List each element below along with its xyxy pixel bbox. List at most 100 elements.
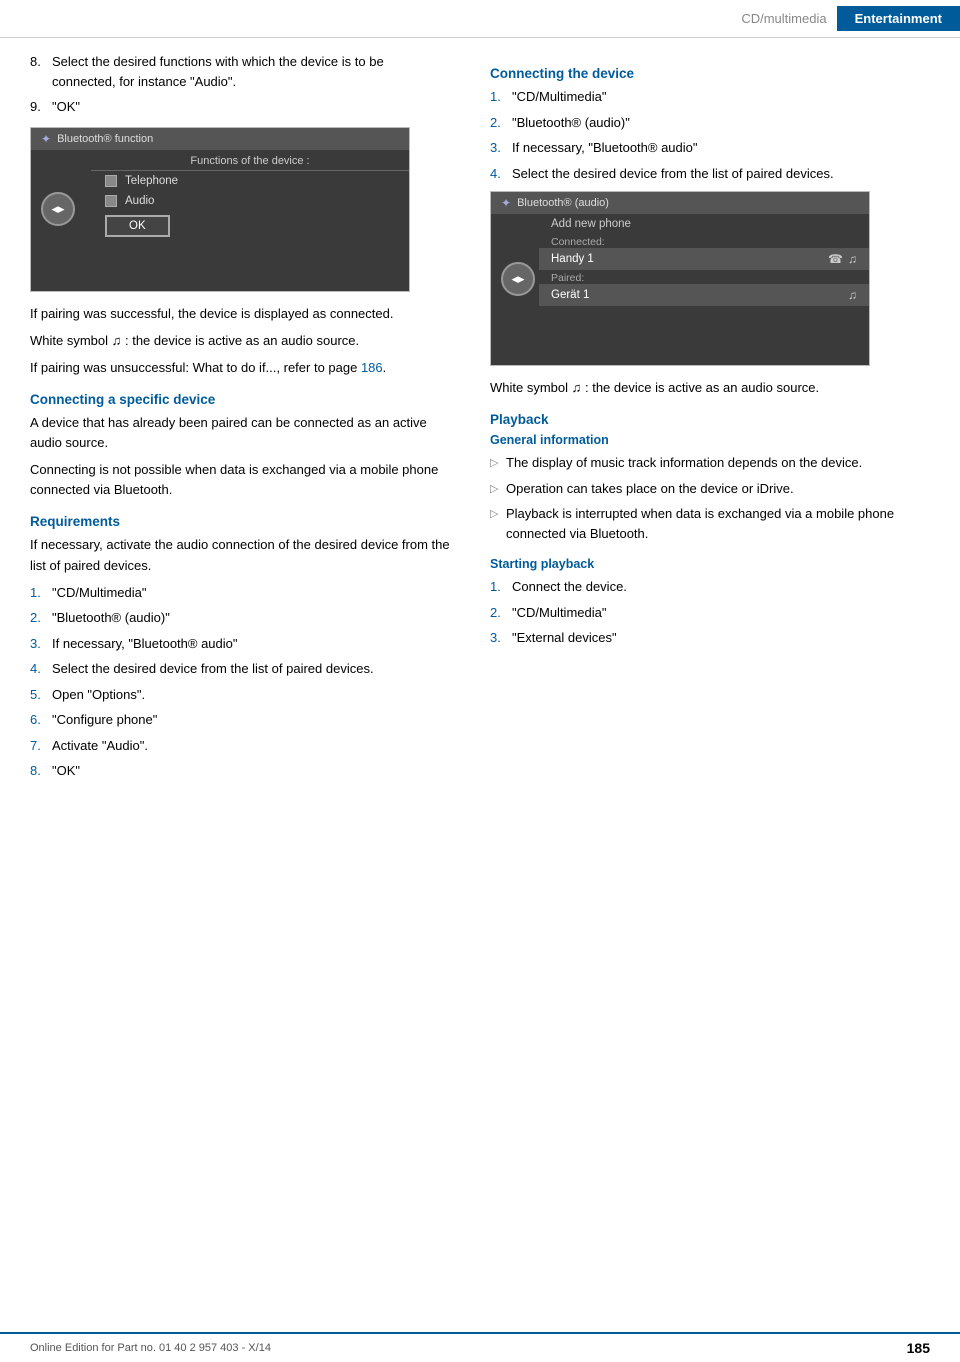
- nav-arrows: ◂▸: [51, 201, 64, 217]
- audio-label: Audio: [125, 195, 154, 207]
- para-unsuccessful-prefix: If pairing was unsuccessful: What to do …: [30, 360, 361, 375]
- page-header: CD/multimedia Entertainment: [0, 0, 960, 38]
- step-9-text: "OK": [52, 97, 450, 117]
- ss-left-subtitle: Functions of the device :: [91, 150, 409, 171]
- playback-step-text: "CD/Multimedia": [512, 603, 930, 623]
- para-unsuccessful-suffix: .: [383, 360, 387, 375]
- music-note-icon-2: ♫: [848, 288, 857, 302]
- connect-step-num: 2.: [490, 113, 512, 133]
- step-9-num: 9.: [30, 97, 52, 117]
- req-step-num: 1.: [30, 583, 52, 603]
- bullet-text: Playback is interrupted when data is exc…: [506, 504, 930, 543]
- connect-step: 3.If necessary, "Bluetooth® audio": [490, 138, 930, 158]
- step-8: 8. Select the desired functions with whi…: [30, 52, 450, 91]
- req-step-text: "Bluetooth® (audio)": [52, 608, 450, 628]
- req-step: 3.If necessary, "Bluetooth® audio": [30, 634, 450, 654]
- req-step-num: 3.: [30, 634, 52, 654]
- ss-right-title: Bluetooth® (audio): [517, 197, 609, 209]
- ss-left-nav-circle: ◂▸: [41, 192, 75, 226]
- main-content: 8. Select the desired functions with whi…: [0, 42, 960, 797]
- req-step: 6."Configure phone": [30, 710, 450, 730]
- bluetooth-icon-right: ✦: [501, 196, 511, 210]
- checkbox-audio: [105, 195, 117, 207]
- screenshot-right: ✦ Bluetooth® (audio) ◂▸ Add new phone Co…: [490, 191, 870, 366]
- music-note-icon: ♫: [848, 252, 857, 266]
- req-step-text: "OK": [52, 761, 450, 781]
- req-step-num: 6.: [30, 710, 52, 730]
- playback-step-num: 2.: [490, 603, 512, 623]
- ss-connected-label: Connected:: [539, 234, 869, 248]
- bullet-arrow: ▷: [490, 479, 506, 499]
- connect-steps: 1."CD/Multimedia"2."Bluetooth® (audio)"3…: [490, 87, 930, 183]
- playback-step-num: 1.: [490, 577, 512, 597]
- ss-left-row-audio: Audio: [91, 191, 409, 211]
- req-step-num: 8.: [30, 761, 52, 781]
- connect-step-text: If necessary, "Bluetooth® audio": [512, 138, 930, 158]
- req-step: 1."CD/Multimedia": [30, 583, 450, 603]
- ss-right-title-bar: ✦ Bluetooth® (audio): [491, 192, 869, 214]
- playback-step-text: Connect the device.: [512, 577, 930, 597]
- req-step-text: "CD/Multimedia": [52, 583, 450, 603]
- req-step-text: Select the desired device from the list …: [52, 659, 450, 679]
- req-step: 8."OK": [30, 761, 450, 781]
- page-footer: Online Edition for Part no. 01 40 2 957 …: [0, 1332, 960, 1362]
- para-specific1: A device that has already been paired ca…: [30, 413, 450, 453]
- phone-icon: ☎: [828, 252, 843, 266]
- connect-step-num: 3.: [490, 138, 512, 158]
- ss-left-row-telephone: Telephone: [91, 171, 409, 191]
- para-pairing-success: If pairing was successful, the device is…: [30, 304, 450, 324]
- section-connecting-device: Connecting the device: [490, 66, 930, 81]
- gerat1-text: Gerät 1: [551, 289, 589, 301]
- list-item: ▷Playback is interrupted when data is ex…: [490, 504, 930, 543]
- connect-step: 4.Select the desired device from the lis…: [490, 164, 930, 184]
- req-step-num: 2.: [30, 608, 52, 628]
- req-step: 5.Open "Options".: [30, 685, 450, 705]
- ss-handy1: Handy 1 ☎ ♫: [539, 248, 869, 270]
- section-starting-playback: Starting playback: [490, 557, 930, 571]
- left-column: 8. Select the desired functions with whi…: [0, 52, 480, 787]
- req-step: 7.Activate "Audio".: [30, 736, 450, 756]
- req-step-text: "Configure phone": [52, 710, 450, 730]
- para-white-symbol-left: White symbol ♫ : the device is active as…: [30, 331, 450, 351]
- list-item: ▷Operation can takes place on the device…: [490, 479, 930, 499]
- ss-right-nav-circle: ◂▸: [501, 262, 535, 296]
- bullet-arrow: ▷: [490, 453, 506, 473]
- req-step-text: If necessary, "Bluetooth® audio": [52, 634, 450, 654]
- handy1-icons: ☎ ♫: [828, 252, 857, 266]
- connect-step: 2."Bluetooth® (audio)": [490, 113, 930, 133]
- checkbox-telephone: [105, 175, 117, 187]
- req-step-num: 4.: [30, 659, 52, 679]
- page-number: 185: [907, 1340, 930, 1356]
- list-item: ▷The display of music track information …: [490, 453, 930, 473]
- section-connecting-specific: Connecting a specific device: [30, 392, 450, 407]
- general-info-bullets: ▷The display of music track information …: [490, 453, 930, 543]
- playback-steps: 1.Connect the device.2."CD/Multimedia"3.…: [490, 577, 930, 648]
- bluetooth-icon-left: ✦: [41, 132, 51, 146]
- ss-gerat1: Gerät 1 ♫: [539, 284, 869, 306]
- connect-step-text: Select the desired device from the list …: [512, 164, 930, 184]
- ss-ok-button: OK: [105, 215, 170, 237]
- ss-left-title: Bluetooth® function: [57, 133, 153, 145]
- ss-left-title-bar: ✦ Bluetooth® function: [31, 128, 409, 150]
- bullet-text: Operation can takes place on the device …: [506, 479, 794, 499]
- req-step: 2."Bluetooth® (audio)": [30, 608, 450, 628]
- page-link-186[interactable]: 186: [361, 360, 383, 375]
- playback-step-num: 3.: [490, 628, 512, 648]
- para-specific2: Connecting is not possible when data is …: [30, 460, 450, 500]
- playback-step-text: "External devices": [512, 628, 930, 648]
- nav-arrows-right: ◂▸: [511, 271, 524, 287]
- connect-step-text: "Bluetooth® (audio)": [512, 113, 930, 133]
- playback-step: 1.Connect the device.: [490, 577, 930, 597]
- right-column: Connecting the device 1."CD/Multimedia"2…: [480, 52, 960, 787]
- req-step-text: Activate "Audio".: [52, 736, 450, 756]
- bullet-arrow: ▷: [490, 504, 506, 543]
- playback-step: 3."External devices": [490, 628, 930, 648]
- section-general-info: General information: [490, 433, 930, 447]
- ss-add-new-phone: Add new phone: [539, 214, 869, 234]
- playback-step: 2."CD/Multimedia": [490, 603, 930, 623]
- header-cd-label: CD/multimedia: [741, 11, 826, 26]
- connect-step-num: 1.: [490, 87, 512, 107]
- gerat1-icons: ♫: [848, 288, 857, 302]
- telephone-label: Telephone: [125, 175, 178, 187]
- req-step-text: Open "Options".: [52, 685, 450, 705]
